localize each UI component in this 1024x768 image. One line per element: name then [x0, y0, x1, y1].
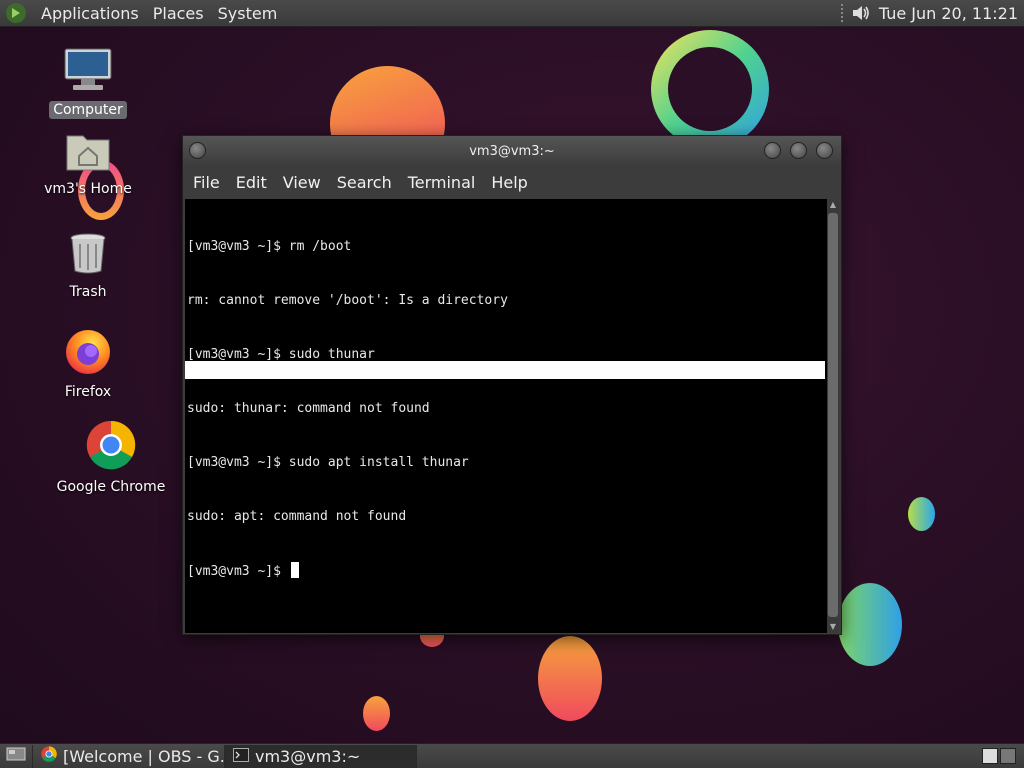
wallpaper-shape [908, 497, 935, 531]
chrome-icon [86, 420, 136, 474]
wallpaper-shape [838, 583, 902, 666]
minimize-button[interactable] [764, 142, 781, 159]
desktop-icon-label: Computer [49, 101, 127, 119]
terminal-menubar: File Edit View Search Terminal Help [183, 166, 841, 198]
workspace-switcher[interactable] [982, 748, 1016, 764]
menu-search[interactable]: Search [331, 173, 398, 192]
titlebar[interactable]: vm3@vm3:~ [183, 136, 841, 166]
chrome-icon [41, 746, 57, 766]
terminal-line: [vm3@vm3 ~]$ rm /boot [187, 239, 352, 254]
desktop-icon-label: vm3's Home [44, 181, 132, 197]
desktop-icon-computer[interactable]: Computer [33, 47, 143, 119]
gnome-foot-icon[interactable] [6, 3, 26, 23]
close-button[interactable] [816, 142, 833, 159]
terminal-line: sudo: thunar: command not found [187, 401, 430, 416]
clock[interactable]: Tue Jun 20, 11:21 [879, 4, 1018, 23]
taskbar-item-terminal[interactable]: vm3@vm3:~ [225, 744, 417, 768]
top-panel: Applications Places System Tue Jun 20, 1… [0, 0, 1024, 27]
terminal-prompt-line: [vm3@vm3 ~]$ [187, 562, 825, 581]
desktop-icon-label: Trash [69, 284, 107, 300]
menu-edit[interactable]: Edit [230, 173, 273, 192]
computer-icon [63, 47, 113, 97]
firefox-icon [64, 327, 112, 379]
scroll-up-arrow-icon[interactable]: ▲ [827, 199, 839, 211]
terminal-prompt: [vm3@vm3 ~]$ [187, 564, 289, 579]
bottom-panel: [Welcome | OBS - G... vm3@vm3:~ [0, 743, 1024, 768]
taskbar-item-label: vm3@vm3:~ [255, 746, 361, 766]
menu-terminal[interactable]: Terminal [402, 173, 482, 192]
terminal-highlight-bar [185, 361, 825, 379]
wallpaper-shape [363, 696, 390, 731]
menu-help[interactable]: Help [485, 173, 533, 192]
terminal-line: [vm3@vm3 ~]$ sudo apt install thunar [187, 455, 469, 470]
terminal-line: sudo: apt: command not found [187, 509, 407, 524]
wallpaper-shape [538, 636, 602, 721]
show-desktop-icon [6, 746, 26, 766]
menu-applications[interactable]: Applications [34, 0, 146, 27]
terminal-window[interactable]: vm3@vm3:~ File Edit View Search Terminal… [182, 135, 842, 635]
menu-places[interactable]: Places [146, 0, 211, 27]
taskbar-item-chrome[interactable]: [Welcome | OBS - G... [33, 744, 225, 768]
terminal-icon [233, 747, 249, 766]
workspace-2[interactable] [1000, 748, 1016, 764]
terminal-output[interactable]: [vm3@vm3 ~]$ rm /boot rm: cannot remove … [185, 199, 827, 633]
terminal-cursor [290, 562, 299, 578]
desktop-icon-label: Firefox [64, 384, 112, 400]
desktop-icon-home[interactable]: vm3's Home [33, 130, 143, 198]
maximize-button[interactable] [790, 142, 807, 159]
show-desktop-button[interactable] [0, 744, 33, 768]
scrollbar-thumb[interactable] [828, 213, 838, 617]
desktop-icon-chrome[interactable]: Google Chrome [56, 420, 166, 496]
window-title: vm3@vm3:~ [469, 143, 555, 159]
panel-separator [840, 4, 843, 22]
wallpaper-shape [651, 30, 769, 148]
trash-icon [68, 231, 108, 279]
menu-file[interactable]: File [187, 173, 226, 192]
desktop-icon-firefox[interactable]: Firefox [33, 327, 143, 401]
terminal-scrollbar[interactable]: ▲ ▼ [827, 199, 839, 633]
menu-view[interactable]: View [277, 173, 327, 192]
desktop-icon-trash[interactable]: Trash [33, 231, 143, 301]
scroll-down-arrow-icon[interactable]: ▼ [827, 621, 839, 633]
window-menu-button[interactable] [189, 142, 206, 159]
volume-icon[interactable] [851, 3, 871, 23]
workspace-1[interactable] [982, 748, 998, 764]
desktop-icon-label: Google Chrome [56, 479, 166, 495]
menu-system[interactable]: System [211, 0, 285, 27]
terminal-line: rm: cannot remove '/boot': Is a director… [187, 293, 508, 308]
home-folder-icon [65, 130, 111, 176]
taskbar-item-label: [Welcome | OBS - G... [63, 746, 225, 766]
